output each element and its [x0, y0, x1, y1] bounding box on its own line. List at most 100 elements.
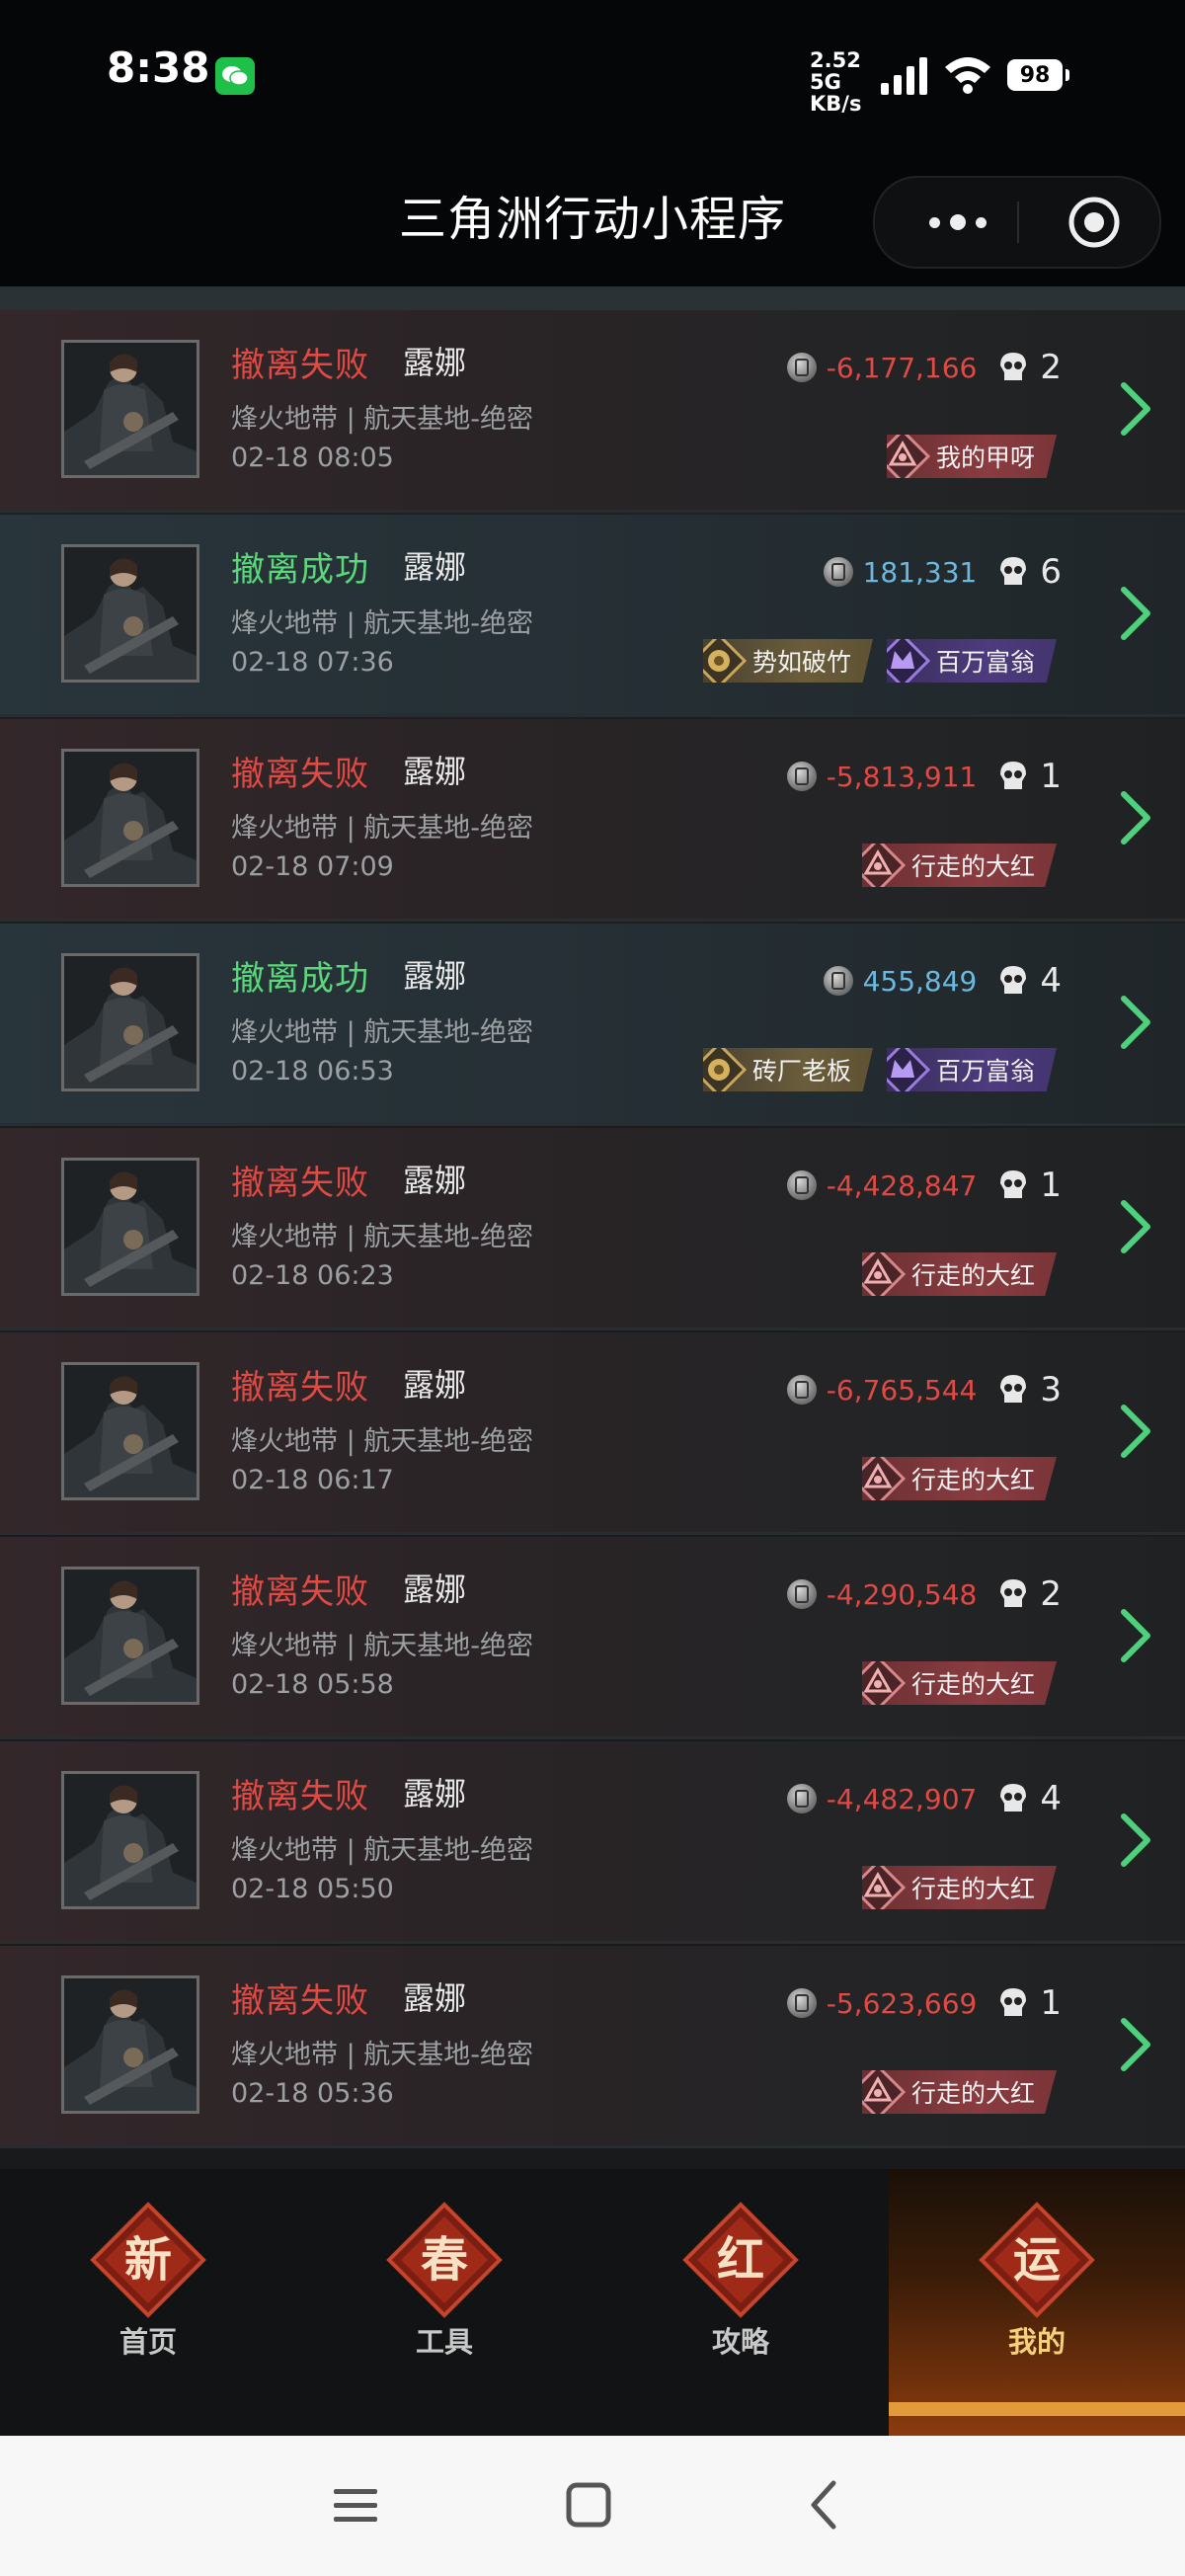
kill-count: 1 [1040, 1166, 1062, 1205]
chevron-right-icon[interactable] [1116, 1606, 1155, 1665]
more-button[interactable] [908, 178, 1007, 267]
match-time: 02-18 06:23 [231, 1260, 394, 1291]
operator-name: 露娜 [403, 1570, 467, 1608]
purple-crest-icon [886, 1048, 931, 1091]
avatar [61, 1567, 199, 1705]
money-change: 181,331 6 [823, 552, 1062, 592]
badge-label: 势如破竹 [751, 648, 851, 677]
operator-name: 露娜 [403, 1366, 467, 1404]
active-tab-underline [889, 2402, 1185, 2416]
list-top-strip [0, 286, 1185, 310]
kill-skull-icon [1000, 762, 1027, 789]
match-time: 02-18 06:17 [231, 1465, 394, 1495]
avatar [61, 749, 199, 887]
kill-count: 6 [1040, 552, 1062, 592]
chevron-right-icon[interactable] [1116, 1811, 1155, 1870]
tab-tools[interactable]: 春工具 [296, 2169, 592, 2436]
dot-icon [976, 216, 987, 228]
record-row[interactable]: 撤离失败 露娜 烽火地带 | 航天基地-绝密 02-18 07:09 -5,813,91… [0, 719, 1185, 922]
match-time: 02-18 05:36 [231, 2078, 394, 2109]
tab-label: 工具 [415, 2325, 473, 2359]
title-bar: 三角洲行动小程序 [0, 148, 1185, 286]
extraction-result: 撤离失败 [231, 755, 369, 794]
back-icon[interactable] [796, 2477, 855, 2533]
operator-avatar-image [64, 1161, 197, 1293]
match-time: 02-18 05:58 [231, 1669, 394, 1700]
record-row[interactable]: 撤离失败 露娜 烽火地带 | 航天基地-绝密 02-18 06:17 -6,765,54… [0, 1332, 1185, 1535]
badge-group: 行走的大红 [861, 1457, 1057, 1500]
record-row[interactable]: 撤离成功 露娜 烽火地带 | 航天基地-绝密 02-18 07:36 181,331 6 势… [0, 515, 1185, 717]
emblem-glyph: 春 [421, 2232, 468, 2288]
operator-name: 露娜 [403, 1775, 467, 1812]
record-row[interactable]: 撤离失败 露娜 烽火地带 | 航天基地-绝密 02-18 08:05 -6,177,16… [0, 310, 1185, 513]
record-row[interactable]: 撤离失败 露娜 烽火地带 | 航天基地-绝密 02-18 05:50 -4,482,90… [0, 1741, 1185, 1944]
chevron-right-icon[interactable] [1116, 379, 1155, 439]
mini-program-capsule [873, 176, 1161, 269]
status-bar: 8:38 2.52 5G KB/s 98 [0, 0, 1185, 148]
triangle-emblem-icon [861, 2070, 907, 2114]
record-row[interactable]: 撤离失败 露娜 烽火地带 | 航天基地-绝密 02-18 06:23 -4,428,84… [0, 1128, 1185, 1330]
mode-map-label: 烽火地带 | 航天基地-绝密 [231, 608, 534, 639]
chevron-right-icon[interactable] [1116, 2015, 1155, 2074]
badge-group: 行走的大红 [861, 844, 1057, 887]
avatar [61, 1771, 199, 1909]
kill-skull-icon [1000, 966, 1027, 994]
operator-name: 露娜 [403, 753, 467, 790]
coin-icon [823, 557, 853, 587]
dot-icon [950, 214, 966, 230]
match-time: 02-18 05:50 [231, 1874, 394, 1904]
operator-avatar-image [64, 956, 197, 1088]
badge-group: 行走的大红 [861, 2070, 1057, 2114]
money-change: -5,623,669 1 [786, 1983, 1062, 2023]
avatar [61, 1975, 199, 2114]
emblem-glyph: 红 [717, 2232, 764, 2288]
match-time: 02-18 07:36 [231, 647, 394, 678]
chevron-right-icon[interactable] [1116, 1197, 1155, 1256]
tab-guide[interactable]: 红攻略 [592, 2169, 889, 2436]
avatar [61, 544, 199, 683]
tab-label: 我的 [1007, 2325, 1066, 2359]
money-change: -6,177,166 2 [786, 348, 1062, 387]
operator-avatar-image [64, 1978, 197, 2111]
chevron-right-icon[interactable] [1116, 993, 1155, 1052]
operator-name: 露娜 [403, 344, 467, 381]
badge-label: 我的甲呀 [935, 443, 1035, 472]
match-time: 02-18 08:05 [231, 443, 394, 473]
mode-map-label: 烽火地带 | 航天基地-绝密 [231, 1222, 534, 1252]
record-row[interactable]: 撤离失败 露娜 烽火地带 | 航天基地-绝密 02-18 05:58 -4,290,54… [0, 1537, 1185, 1739]
coin-icon [786, 353, 817, 382]
avatar [61, 953, 199, 1091]
menu-icon[interactable] [326, 2477, 385, 2533]
wifi-icon [945, 57, 990, 94]
kill-count: 2 [1040, 1574, 1062, 1614]
tab-home[interactable]: 新首页 [0, 2169, 296, 2436]
operator-avatar-image [64, 752, 197, 884]
achievement-badge: 百万富翁 [886, 1048, 1057, 1091]
mode-map-label: 烽火地带 | 航天基地-绝密 [231, 1631, 534, 1661]
extraction-result: 撤离成功 [231, 959, 369, 999]
operator-avatar-image [64, 343, 197, 475]
match-time: 02-18 06:53 [231, 1056, 394, 1087]
tab-label: 攻略 [711, 2325, 769, 2359]
avatar [61, 1158, 199, 1296]
badge-label: 行走的大红 [910, 852, 1035, 881]
close-target-icon[interactable] [1066, 195, 1122, 250]
chevron-right-icon[interactable] [1116, 1402, 1155, 1461]
chevron-right-icon[interactable] [1116, 584, 1155, 643]
chevron-right-icon[interactable] [1116, 788, 1155, 847]
operator-avatar-image [64, 547, 197, 680]
kill-skull-icon [1000, 1988, 1027, 2016]
battery-icon: 98 [1007, 59, 1069, 91]
home-square-icon[interactable] [559, 2477, 618, 2533]
festive-emblem-icon: 新 [90, 2202, 206, 2318]
record-row[interactable]: 撤离成功 露娜 烽火地带 | 航天基地-绝密 02-18 06:53 455,849 4 砖… [0, 924, 1185, 1126]
achievement-badge: 行走的大红 [861, 1252, 1057, 1296]
badge-group: 势如破竹 百万富翁 [702, 639, 1057, 683]
record-row[interactable]: 撤离失败 露娜 烽火地带 | 航天基地-绝密 02-18 05:36 -5,623,66… [0, 1946, 1185, 2148]
kill-skull-icon [1000, 1375, 1027, 1403]
wechat-icon [215, 57, 255, 95]
kill-skull-icon [1000, 1170, 1027, 1198]
tab-mine[interactable]: 运我的 [889, 2169, 1185, 2436]
badge-group: 我的甲呀 [886, 435, 1057, 478]
money-change: -5,813,911 1 [786, 757, 1062, 796]
